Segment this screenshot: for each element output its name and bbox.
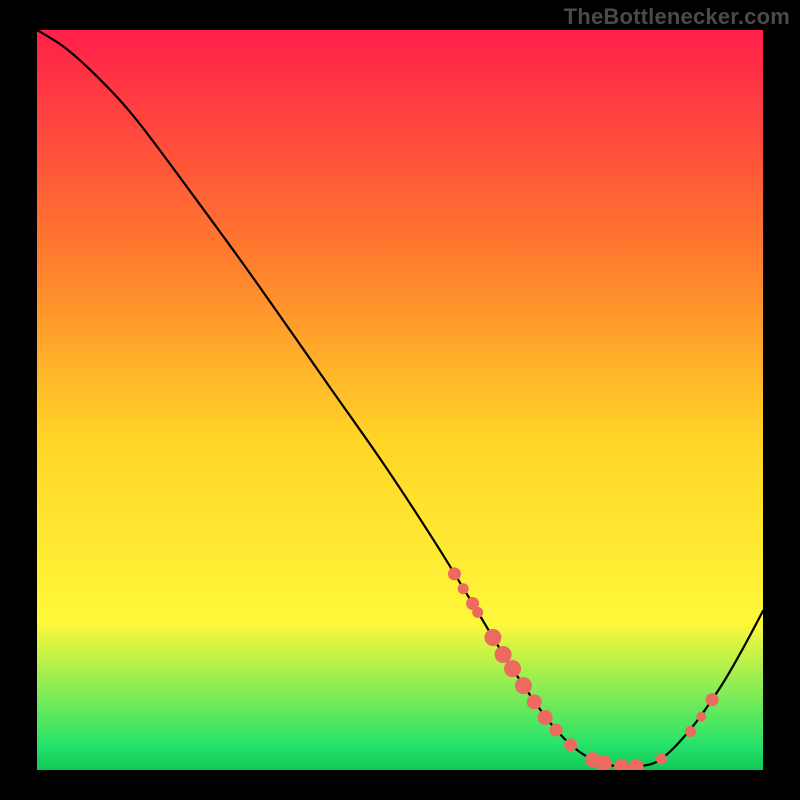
data-point — [696, 712, 706, 722]
chart-svg — [37, 30, 763, 770]
data-point — [504, 660, 521, 677]
data-point — [495, 646, 512, 663]
data-point — [472, 607, 483, 618]
chart-frame: TheBottlenecker.com — [0, 0, 800, 800]
gradient-background — [37, 30, 763, 770]
data-point — [527, 694, 542, 709]
data-point — [448, 567, 461, 580]
data-point — [706, 693, 719, 706]
data-point — [458, 583, 469, 594]
data-point — [656, 753, 667, 764]
data-point — [550, 724, 563, 737]
watermark-text: TheBottlenecker.com — [564, 4, 790, 30]
data-point — [484, 629, 501, 646]
data-point — [515, 677, 532, 694]
data-point — [564, 738, 577, 751]
data-point — [685, 726, 696, 737]
plot-area — [37, 30, 763, 770]
data-point — [538, 710, 553, 725]
